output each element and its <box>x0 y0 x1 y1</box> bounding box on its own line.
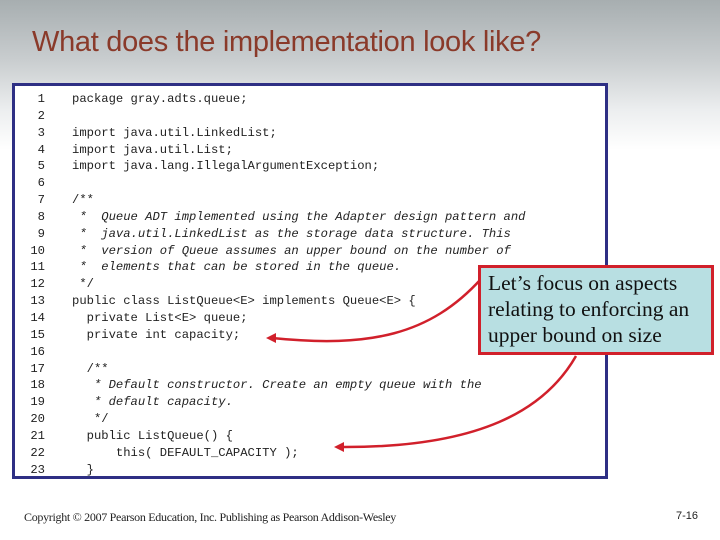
code-line: 20 */ <box>15 411 605 428</box>
code-line: 1 package gray.adts.queue; <box>15 91 605 108</box>
code-text: /** <box>72 193 94 208</box>
code-text: package gray.adts.queue; <box>72 92 248 106</box>
code-text: */ <box>72 412 109 427</box>
code-text: this( DEFAULT_CAPACITY ); <box>72 445 299 460</box>
code-line: 19 * default capacity. <box>15 394 605 411</box>
code-line: 17 /** <box>15 361 605 378</box>
line-number: 5 <box>37 159 45 174</box>
line-number: 3 <box>37 125 45 140</box>
code-text: * default capacity. <box>72 395 233 410</box>
callout-line-1: Let’s focus on aspects <box>488 271 678 295</box>
code-line: 10 * version of Queue assumes an upper b… <box>15 243 605 260</box>
code-text: * Default constructor. Create an empty q… <box>72 378 482 393</box>
code-text: public ListQueue() { <box>72 428 233 443</box>
code-line: 22 this( DEFAULT_CAPACITY ); <box>15 445 605 462</box>
code-line: 3 import java.util.LinkedList; <box>15 125 605 142</box>
code-line: 2 <box>15 108 605 125</box>
footer-page-number: 7-16 <box>675 510 698 522</box>
code-text: private int capacity; <box>72 327 241 342</box>
code-text: */ <box>72 277 94 292</box>
line-number: 18 <box>30 378 45 393</box>
code-line: 21 public ListQueue() { <box>15 428 605 445</box>
line-number: 1 <box>37 92 45 106</box>
callout-line-3: upper bound on size <box>488 323 662 347</box>
line-number: 20 <box>30 412 45 427</box>
line-number: 13 <box>30 294 45 309</box>
code-text: * version of Queue assumes an upper boun… <box>72 243 511 258</box>
code-text: import java.util.List; <box>72 142 233 157</box>
code-text: * java.util.LinkedList as the storage da… <box>72 226 511 241</box>
code-line: 9 * java.util.LinkedList as the storage … <box>15 226 605 243</box>
line-number: 8 <box>37 209 45 224</box>
line-number: 2 <box>37 108 45 123</box>
line-number: 21 <box>30 428 45 443</box>
callout-box: Let’s focus on aspects relating to enfor… <box>478 265 714 355</box>
code-text: /** <box>72 361 109 376</box>
line-number: 14 <box>30 310 45 325</box>
line-number: 22 <box>30 445 45 460</box>
footer-copyright: Copyright © 2007 Pearson Education, Inc.… <box>24 510 397 524</box>
code-text: * Queue ADT implemented using the Adapte… <box>72 209 526 224</box>
line-number: 23 <box>30 462 45 477</box>
code-text: import java.lang.IllegalArgumentExceptio… <box>72 159 380 174</box>
code-line: 6 <box>15 175 605 192</box>
code-line: 23 } <box>15 462 605 479</box>
line-number: 19 <box>30 395 45 410</box>
line-number: 6 <box>37 176 45 191</box>
slide-title: What does the implementation look like? <box>32 26 541 58</box>
line-number: 15 <box>30 327 45 342</box>
code-text: * elements that can be stored in the que… <box>72 260 402 275</box>
code-text: } <box>72 462 94 477</box>
code-line: 18 * Default constructor. Create an empt… <box>15 377 605 394</box>
code-text: public class ListQueue<E> implements Que… <box>72 294 416 309</box>
code-text: import java.util.LinkedList; <box>72 125 277 140</box>
line-number: 12 <box>30 277 45 292</box>
callout-line-2: relating to enforcing an <box>488 297 690 321</box>
code-line: 4 import java.util.List; <box>15 142 605 159</box>
code-line: 7 /** <box>15 192 605 209</box>
line-number: 9 <box>37 226 45 241</box>
line-number: 7 <box>37 193 45 208</box>
line-number: 11 <box>30 260 45 275</box>
line-number: 4 <box>37 142 45 157</box>
code-line: 8 * Queue ADT implemented using the Adap… <box>15 209 605 226</box>
line-number: 17 <box>30 361 45 376</box>
line-number: 16 <box>30 344 45 359</box>
code-text: private List<E> queue; <box>72 310 248 325</box>
line-number: 10 <box>30 243 45 258</box>
code-line: 5 import java.lang.IllegalArgumentExcepti… <box>15 158 605 175</box>
